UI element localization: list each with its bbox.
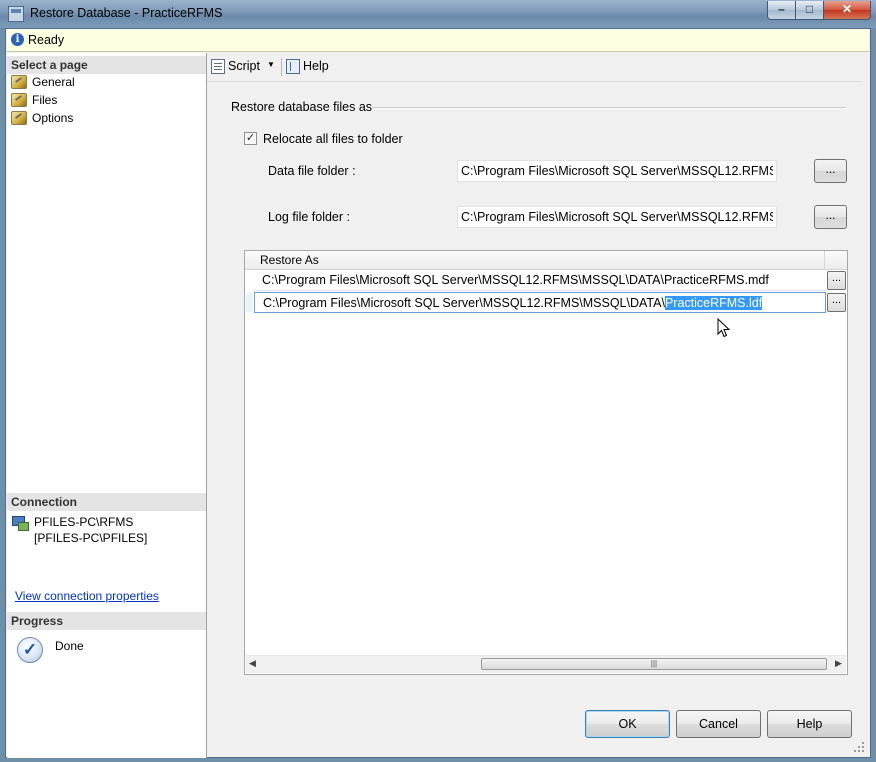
restore-as-grid: Restore As C:\Program Files\Microsoft SQ…: [244, 250, 848, 675]
info-icon: i: [11, 33, 24, 46]
page-item-label: Options: [32, 111, 74, 125]
title-bar[interactable]: Restore Database - PracticeRFMS – □ ✕: [0, 0, 876, 28]
row-indicator: [246, 293, 253, 312]
page-item-label: Files: [32, 93, 58, 107]
panel-scrollbar-track: [862, 53, 870, 753]
window-title: Restore Database - PracticeRFMS: [30, 6, 223, 20]
data-folder-input[interactable]: [457, 160, 777, 182]
checkmark-icon: ✓: [17, 637, 43, 663]
log-folder-label: Log file folder :: [268, 210, 350, 224]
help-button[interactable]: Help: [767, 710, 852, 738]
wrench-icon: [11, 75, 27, 89]
server-connection-icon: [12, 516, 29, 531]
page-item-files[interactable]: Files: [11, 92, 191, 109]
progress-header-label: Progress: [11, 614, 64, 628]
row-browse-button[interactable]: ...: [827, 293, 846, 312]
help-book-icon[interactable]: [286, 59, 300, 74]
connection-user: [PFILES-PC\PFILES]: [34, 531, 148, 545]
grid-header: Restore As: [245, 251, 847, 270]
scroll-right-icon[interactable]: ▶: [835, 658, 842, 669]
maximize-button[interactable]: □: [795, 1, 824, 20]
script-icon[interactable]: [211, 59, 225, 74]
resize-grip-icon[interactable]: [852, 740, 866, 754]
data-folder-browse-button[interactable]: ...: [814, 159, 847, 183]
log-folder-browse-button[interactable]: ...: [814, 205, 847, 229]
cell-text-selection: PracticeRFMS.ldf: [664, 296, 763, 310]
ok-button[interactable]: OK: [585, 710, 670, 738]
column-header-restore-as[interactable]: Restore As: [260, 253, 319, 267]
left-panel: Select a page General Files Options Conn…: [7, 53, 207, 758]
progress-status: Done: [55, 639, 84, 653]
restore-as-cell-editor[interactable]: C:\Program Files\Microsoft SQL Server\MS…: [263, 296, 763, 310]
restore-as-cell: C:\Program Files\Microsoft SQL Server\MS…: [262, 273, 769, 287]
wrench-icon: [11, 111, 27, 125]
row-browse-button[interactable]: ...: [827, 271, 846, 290]
wrench-icon: [11, 93, 27, 107]
toolbar-separator: [281, 58, 282, 76]
data-folder-label: Data file folder :: [268, 164, 356, 178]
chevron-down-icon[interactable]: ▼: [267, 60, 275, 69]
cell-text-prefix: C:\Program Files\Microsoft SQL Server\MS…: [263, 296, 665, 310]
minimize-button[interactable]: –: [767, 1, 796, 20]
group-title: Restore database files as: [231, 100, 373, 114]
group-divider: [372, 107, 846, 109]
scroll-left-icon[interactable]: ◀: [249, 658, 256, 669]
page-item-label: General: [32, 75, 75, 89]
files-page-content: Restore database files as ✓ Relocate all…: [207, 82, 867, 693]
mouse-cursor-icon: [717, 318, 731, 338]
toolbar: Script ▼ Help: [207, 53, 867, 82]
select-page-header-label: Select a page: [11, 58, 88, 72]
cancel-button[interactable]: Cancel: [676, 710, 761, 738]
relocate-checkbox[interactable]: ✓: [244, 132, 257, 145]
status-text: Ready: [28, 33, 65, 47]
horizontal-scrollbar[interactable]: ◀ ||| ▶: [246, 655, 846, 673]
relocate-label[interactable]: Relocate all files to folder: [263, 132, 403, 146]
select-page-header: Select a page: [7, 56, 206, 74]
connection-server: PFILES-PC\RFMS: [34, 515, 134, 529]
app-icon: [8, 6, 24, 22]
close-button[interactable]: ✕: [823, 1, 871, 20]
column-divider: [824, 251, 825, 269]
progress-header: Progress: [7, 612, 206, 630]
page-item-general[interactable]: General: [11, 74, 191, 91]
scroll-thumb[interactable]: |||: [481, 658, 827, 670]
connection-header: Connection: [7, 493, 206, 511]
script-button[interactable]: Script: [228, 59, 260, 73]
log-folder-input[interactable]: [457, 206, 777, 228]
view-connection-properties-link[interactable]: View connection properties: [15, 589, 159, 603]
table-row[interactable]: C:\Program Files\Microsoft SQL Server\MS…: [254, 270, 826, 291]
table-row-editing[interactable]: C:\Program Files\Microsoft SQL Server\MS…: [254, 292, 826, 313]
status-bar: i Ready: [7, 29, 869, 52]
connection-header-label: Connection: [11, 495, 77, 509]
help-toolbar-button[interactable]: Help: [303, 59, 329, 73]
page-item-options[interactable]: Options: [11, 110, 191, 127]
